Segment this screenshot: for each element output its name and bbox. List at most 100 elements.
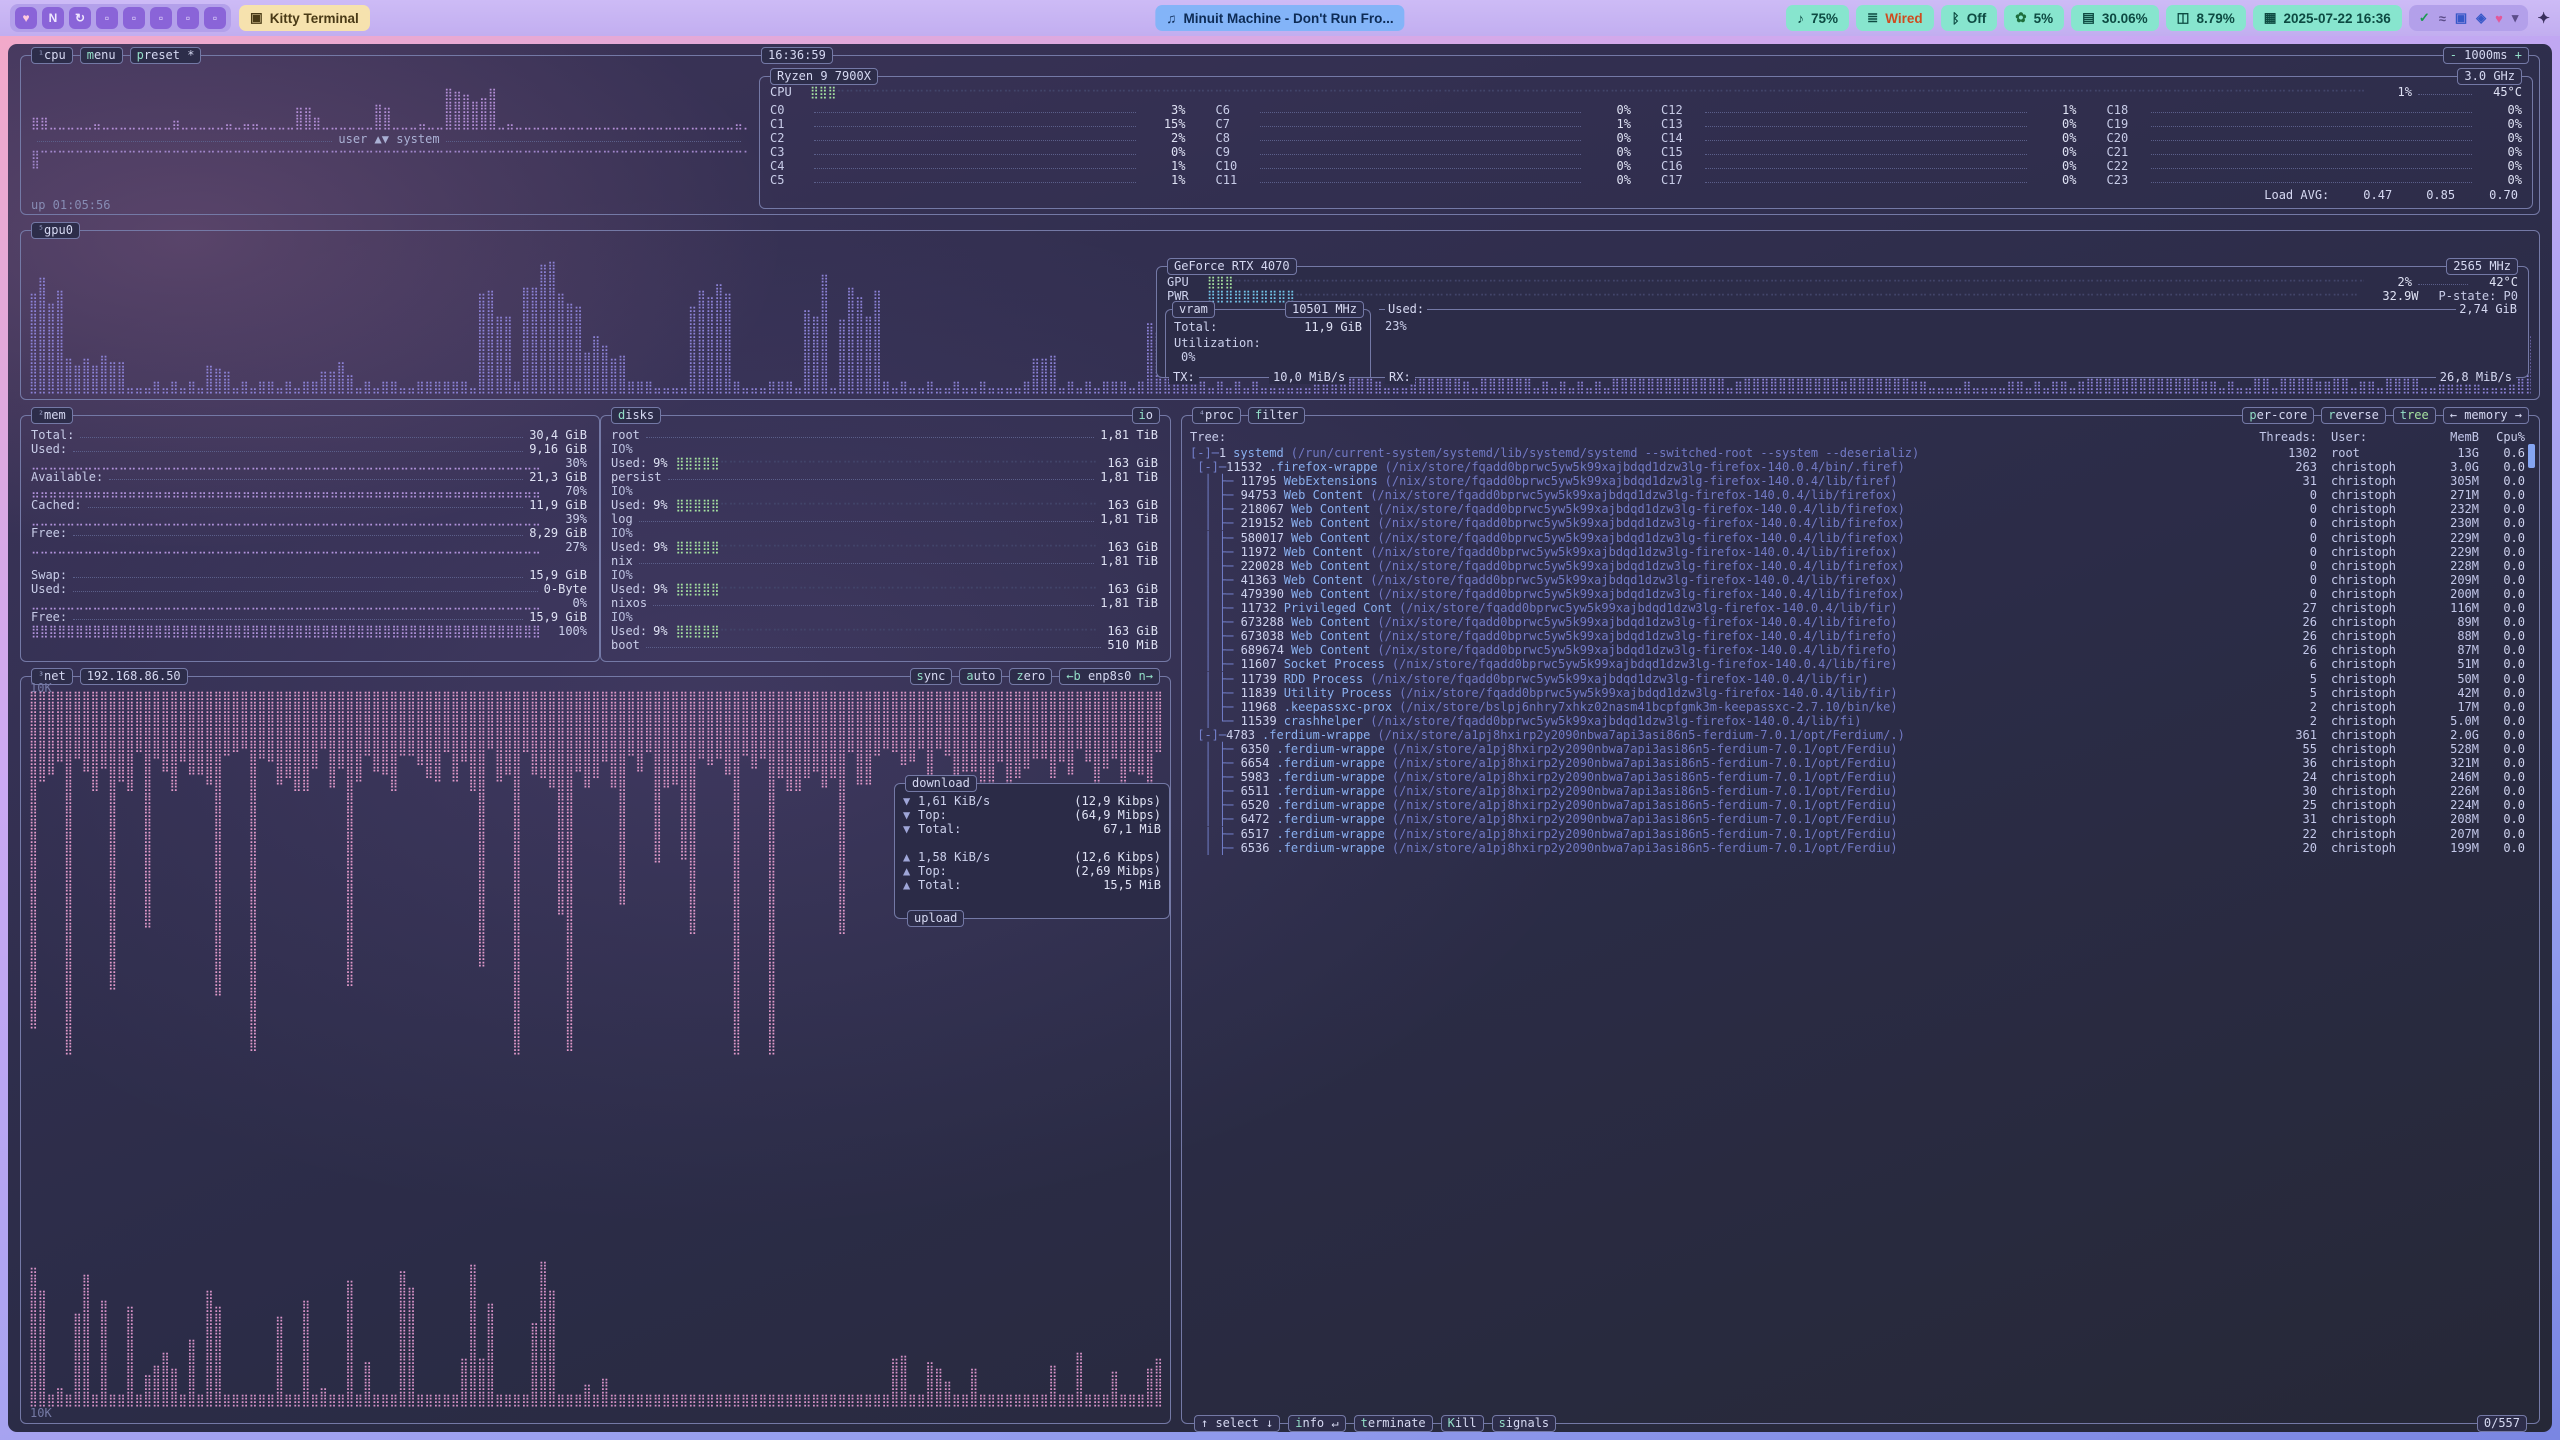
process-row[interactable]: │ ├─ 11607 Socket Process (/nix/store/fq… (1190, 657, 2525, 671)
tree-branch[interactable]: [-]─ (1190, 446, 1219, 460)
process-row[interactable]: │ ├─ 6517 .ferdium-wrappe (/nix/store/a1… (1190, 827, 2525, 841)
tree-branch[interactable]: │ ├─ (1190, 686, 1241, 700)
process-row[interactable]: │ ├─ 6536 .ferdium-wrappe (/nix/store/a1… (1190, 841, 2525, 855)
disks-panel-title[interactable]: disks (611, 407, 661, 424)
panel-button[interactable]: sync (910, 668, 953, 685)
terminate-button[interactable]: terminate (1354, 1415, 1433, 1432)
update-interval-control[interactable]: - 1000ms + (2443, 47, 2529, 64)
process-row[interactable]: │ ├─ 479390 Web Content (/nix/store/fqad… (1190, 587, 2525, 601)
mem-panel-title[interactable]: ²mem (31, 407, 73, 424)
process-row[interactable]: │ ├─ 11968 .keepassxc-prox (/nix/store/b… (1190, 700, 2525, 714)
tree-branch[interactable]: │ ├─ (1190, 643, 1241, 657)
threads-column-header[interactable]: Threads: (2253, 430, 2317, 444)
tree-branch[interactable]: [-]─ (1190, 728, 1226, 742)
bell-icon[interactable]: ✦ (2537, 9, 2550, 27)
tree-branch[interactable]: │ ├─ (1190, 516, 1241, 530)
process-row[interactable]: │ ├─ 11732 Privileged Cont (/nix/store/f… (1190, 601, 2525, 615)
menu-button[interactable]: menu (80, 47, 123, 64)
status-module[interactable]: ♪ 75% (1786, 5, 1849, 31)
tree-branch[interactable]: │ ├─ (1190, 615, 1241, 629)
process-row[interactable]: │ ├─ 11795 WebExtensions (/nix/store/fqa… (1190, 474, 2525, 488)
tray-icon[interactable]: ▣ (2455, 10, 2467, 26)
workspace-button[interactable]: ▫ (204, 7, 226, 29)
tray-icon[interactable]: ≈ (2439, 11, 2446, 26)
process-row[interactable]: │ ├─ 673288 Web Content (/nix/store/fqad… (1190, 615, 2525, 629)
music-module[interactable]: ♫ Minuit Machine - Don't Run Fro... (1155, 5, 1404, 31)
tree-branch[interactable]: │ ├─ (1190, 672, 1241, 686)
status-module[interactable]: ◫ 8.79% (2166, 5, 2246, 31)
tree-branch[interactable]: │ ├─ (1190, 629, 1241, 643)
gpu-panel-title[interactable]: ⁵gpu0 (31, 222, 80, 239)
process-row[interactable]: │ ├─ 6520 .ferdium-wrappe (/nix/store/a1… (1190, 798, 2525, 812)
io-mode-button[interactable]: io (1132, 407, 1160, 424)
prev-interface[interactable]: ←b (1066, 669, 1080, 683)
workspace-button[interactable]: ♥ (15, 7, 37, 29)
tray-icon[interactable]: ✓ (2419, 10, 2430, 26)
tree-branch[interactable]: │ ├─ (1190, 742, 1241, 756)
tree-branch[interactable]: [-]─ (1190, 460, 1226, 474)
process-row[interactable]: │ ├─ 11972 Web Content (/nix/store/fqadd… (1190, 545, 2525, 559)
filter-button[interactable]: filter (1248, 407, 1305, 424)
proc-option-button[interactable]: tree (2393, 407, 2436, 424)
signals-button[interactable]: signals (1492, 1415, 1557, 1432)
process-row[interactable]: │ ├─ 673038 Web Content (/nix/store/fqad… (1190, 629, 2525, 643)
process-row[interactable]: │ ├─ 218067 Web Content (/nix/store/fqad… (1190, 502, 2525, 516)
interval-decrease[interactable]: - (2450, 48, 2457, 62)
preset-button[interactable]: preset * (130, 47, 202, 64)
tree-branch[interactable]: │ └─ (1190, 714, 1241, 728)
mem-column-header[interactable]: MemB (2421, 430, 2479, 444)
workspace-button[interactable]: ▫ (177, 7, 199, 29)
tree-branch[interactable]: │ ├─ (1190, 700, 1241, 714)
tree-column-header[interactable]: Tree: (1190, 430, 1226, 444)
process-row[interactable]: │ ├─ 94753 Web Content (/nix/store/fqadd… (1190, 488, 2525, 502)
tree-branch[interactable]: │ ├─ (1190, 770, 1241, 784)
tree-branch[interactable]: │ ├─ (1190, 657, 1241, 671)
kill-button[interactable]: Kill (1441, 1415, 1484, 1432)
tree-branch[interactable]: │ ├─ (1190, 531, 1241, 545)
tree-branch[interactable]: │ ├─ (1190, 784, 1241, 798)
process-row[interactable]: │ ├─ 6472 .ferdium-wrappe (/nix/store/a1… (1190, 812, 2525, 826)
cpu-column-header[interactable]: Cpu% (2479, 430, 2525, 444)
tray-icon[interactable]: ♥ (2495, 11, 2503, 26)
process-row[interactable]: [-]─ 1 systemd (/run/current-system/syst… (1190, 446, 2525, 460)
status-module[interactable]: ≣ Wired (1856, 5, 1934, 31)
tree-branch[interactable]: │ ├─ (1190, 601, 1241, 615)
process-row[interactable]: │ ├─ 6350 .ferdium-wrappe (/nix/store/a1… (1190, 742, 2525, 756)
status-module[interactable]: ᛒ Off (1941, 5, 1998, 31)
select-control[interactable]: ↑ select ↓ (1194, 1415, 1280, 1432)
panel-button[interactable]: zero (1009, 668, 1052, 685)
status-module[interactable]: ▦ 2025-07-22 16:36 (2253, 5, 2402, 31)
tree-branch[interactable]: │ ├─ (1190, 798, 1241, 812)
tree-branch[interactable]: │ ├─ (1190, 812, 1241, 826)
status-module[interactable]: ✿ 5% (2004, 5, 2064, 31)
proc-option-button[interactable]: per-core (2242, 407, 2314, 424)
process-row[interactable]: │ ├─ 5983 .ferdium-wrappe (/nix/store/a1… (1190, 770, 2525, 784)
tree-branch[interactable]: │ ├─ (1190, 559, 1241, 573)
process-row[interactable]: │ ├─ 6654 .ferdium-wrappe (/nix/store/a1… (1190, 756, 2525, 770)
process-row[interactable]: [-]─ 4783 .ferdium-wrappe (/nix/store/a1… (1190, 728, 2525, 742)
workspace-button[interactable]: ▫ (123, 7, 145, 29)
tray-icon[interactable]: ◈ (2476, 10, 2486, 26)
interface-selector[interactable]: ←b enp8s0 n→ (1059, 668, 1160, 685)
process-row[interactable]: │ ├─ 219152 Web Content (/nix/store/fqad… (1190, 516, 2525, 530)
proc-scrollbar[interactable] (2528, 444, 2535, 468)
workspace-button[interactable]: ↻ (69, 7, 91, 29)
tree-branch[interactable]: │ ├─ (1190, 573, 1241, 587)
process-row[interactable]: [-]─ 11532 .firefox-wrappe (/nix/store/f… (1190, 460, 2525, 474)
proc-panel-title[interactable]: ⁴proc (1192, 407, 1241, 424)
tree-branch[interactable]: │ ├─ (1190, 502, 1241, 516)
tree-branch[interactable]: │ ├─ (1190, 827, 1241, 841)
tree-branch[interactable]: │ ├─ (1190, 474, 1241, 488)
status-module[interactable]: ▤ 30.06% (2071, 5, 2159, 31)
window-title-module[interactable]: ▣ Kitty Terminal (239, 5, 370, 31)
user-column-header[interactable]: User: (2317, 430, 2421, 444)
process-row[interactable]: │ ├─ 41363 Web Content (/nix/store/fqadd… (1190, 573, 2525, 587)
proc-option-button[interactable]: reverse (2321, 407, 2386, 424)
process-row[interactable]: │ ├─ 220028 Web Content (/nix/store/fqad… (1190, 559, 2525, 573)
tree-branch[interactable]: │ ├─ (1190, 488, 1241, 502)
process-row[interactable]: │ ├─ 580017 Web Content (/nix/store/fqad… (1190, 531, 2525, 545)
workspace-button[interactable]: ▫ (96, 7, 118, 29)
tray-icon[interactable]: ▾ (2512, 10, 2519, 26)
process-row[interactable]: │ ├─ 689674 Web Content (/nix/store/fqad… (1190, 643, 2525, 657)
workspace-button[interactable]: N (42, 7, 64, 29)
